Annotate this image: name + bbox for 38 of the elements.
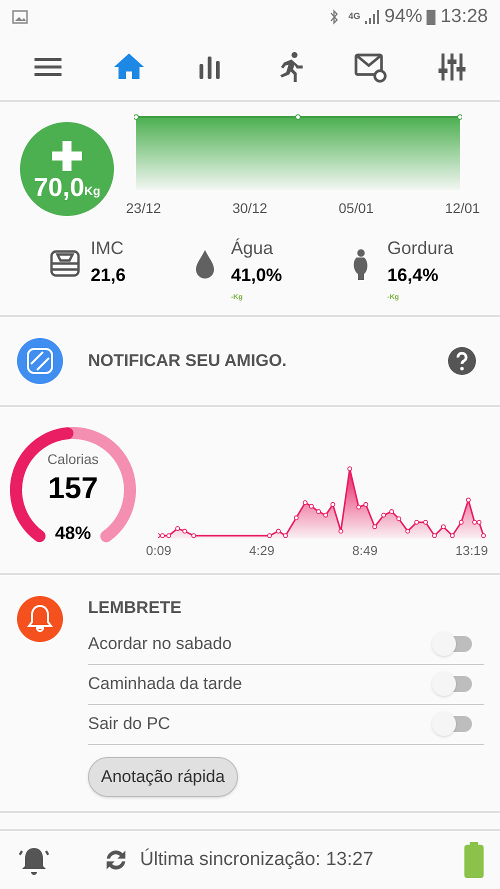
share-icon[interactable]	[16, 337, 64, 385]
reminder-label: Sair do PC	[88, 713, 172, 736]
metric-label: IMC	[90, 237, 125, 260]
notify-friend-link[interactable]: NOTIFICAR SEU AMIGO.	[88, 348, 448, 374]
battery-icon	[464, 842, 484, 878]
reminder-title: LEMBRETE	[88, 597, 182, 619]
calories-value: 157	[48, 471, 98, 507]
date-label: 12/01	[444, 199, 480, 218]
battery-icon	[426, 9, 436, 25]
bluetooth-icon	[328, 9, 340, 25]
metric-value: 21,6	[90, 264, 126, 287]
date-label: 23/12	[126, 199, 162, 218]
help-icon[interactable]	[448, 347, 476, 375]
metric-label: Água	[230, 237, 274, 260]
time-label: 4:29	[249, 542, 274, 560]
signal-icon	[364, 9, 380, 25]
clock: 13:28	[440, 4, 488, 29]
calories-label: Calorias	[47, 450, 99, 469]
alarm-bell-icon	[16, 595, 64, 643]
image-icon	[12, 9, 28, 25]
plus-icon	[49, 138, 85, 174]
weight-value: 70,0	[34, 174, 84, 200]
reminder-label: Acordar no sabado	[88, 633, 233, 656]
date-label: 30/12	[232, 199, 268, 218]
last-sync-text: Última sincronização: 13:27	[140, 848, 374, 872]
reminder-label: Caminhada da tarde	[88, 673, 244, 696]
weight-unit: Kg	[84, 183, 100, 200]
battery-percent: 94%	[384, 4, 422, 29]
metric-label: Gordura	[387, 237, 454, 260]
network-label: 4G	[348, 10, 360, 24]
metric-value: 16,4%	[387, 264, 440, 287]
metric-value: 41,0%	[230, 264, 282, 287]
time-label: 8:49	[352, 542, 378, 560]
time-label: 0:09	[146, 542, 172, 560]
time-label: 13:19	[455, 542, 488, 560]
quick-note-button[interactable]: Anotação rápida	[88, 756, 238, 796]
calories-percent: 48%	[54, 522, 92, 544]
date-label: 05/01	[338, 199, 374, 218]
